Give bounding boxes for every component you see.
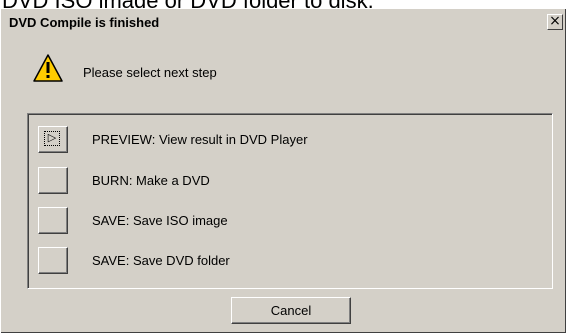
play-icon: ▷	[44, 131, 60, 146]
options-panel: ▷ PREVIEW: View result in DVD Player BUR…	[27, 113, 553, 289]
cancel-button[interactable]: Cancel	[231, 297, 351, 324]
save-folder-label: SAVE: Save DVD folder	[92, 253, 230, 268]
save-iso-label: SAVE: Save ISO image	[92, 213, 228, 228]
burn-label: BURN: Make a DVD	[92, 173, 210, 188]
dialog-title: DVD Compile is finished	[9, 15, 160, 30]
preview-button[interactable]: ▷	[38, 126, 68, 153]
prompt-text: Please select next step	[83, 65, 217, 80]
close-button[interactable]: ×	[547, 14, 563, 30]
save-iso-button[interactable]	[38, 207, 68, 234]
preview-label: PREVIEW: View result in DVD Player	[92, 132, 308, 147]
dialog-titlebar[interactable]: DVD Compile is finished ×	[3, 11, 565, 33]
burn-button[interactable]	[38, 167, 68, 194]
save-folder-button[interactable]	[38, 247, 68, 274]
close-icon: ×	[549, 13, 561, 29]
screen: DVD ISO image or DVD folder to disk. DVD…	[0, 0, 577, 333]
warning-triangle-icon	[33, 54, 63, 82]
dvd-compile-dialog: DVD Compile is finished × Please select …	[0, 8, 566, 333]
